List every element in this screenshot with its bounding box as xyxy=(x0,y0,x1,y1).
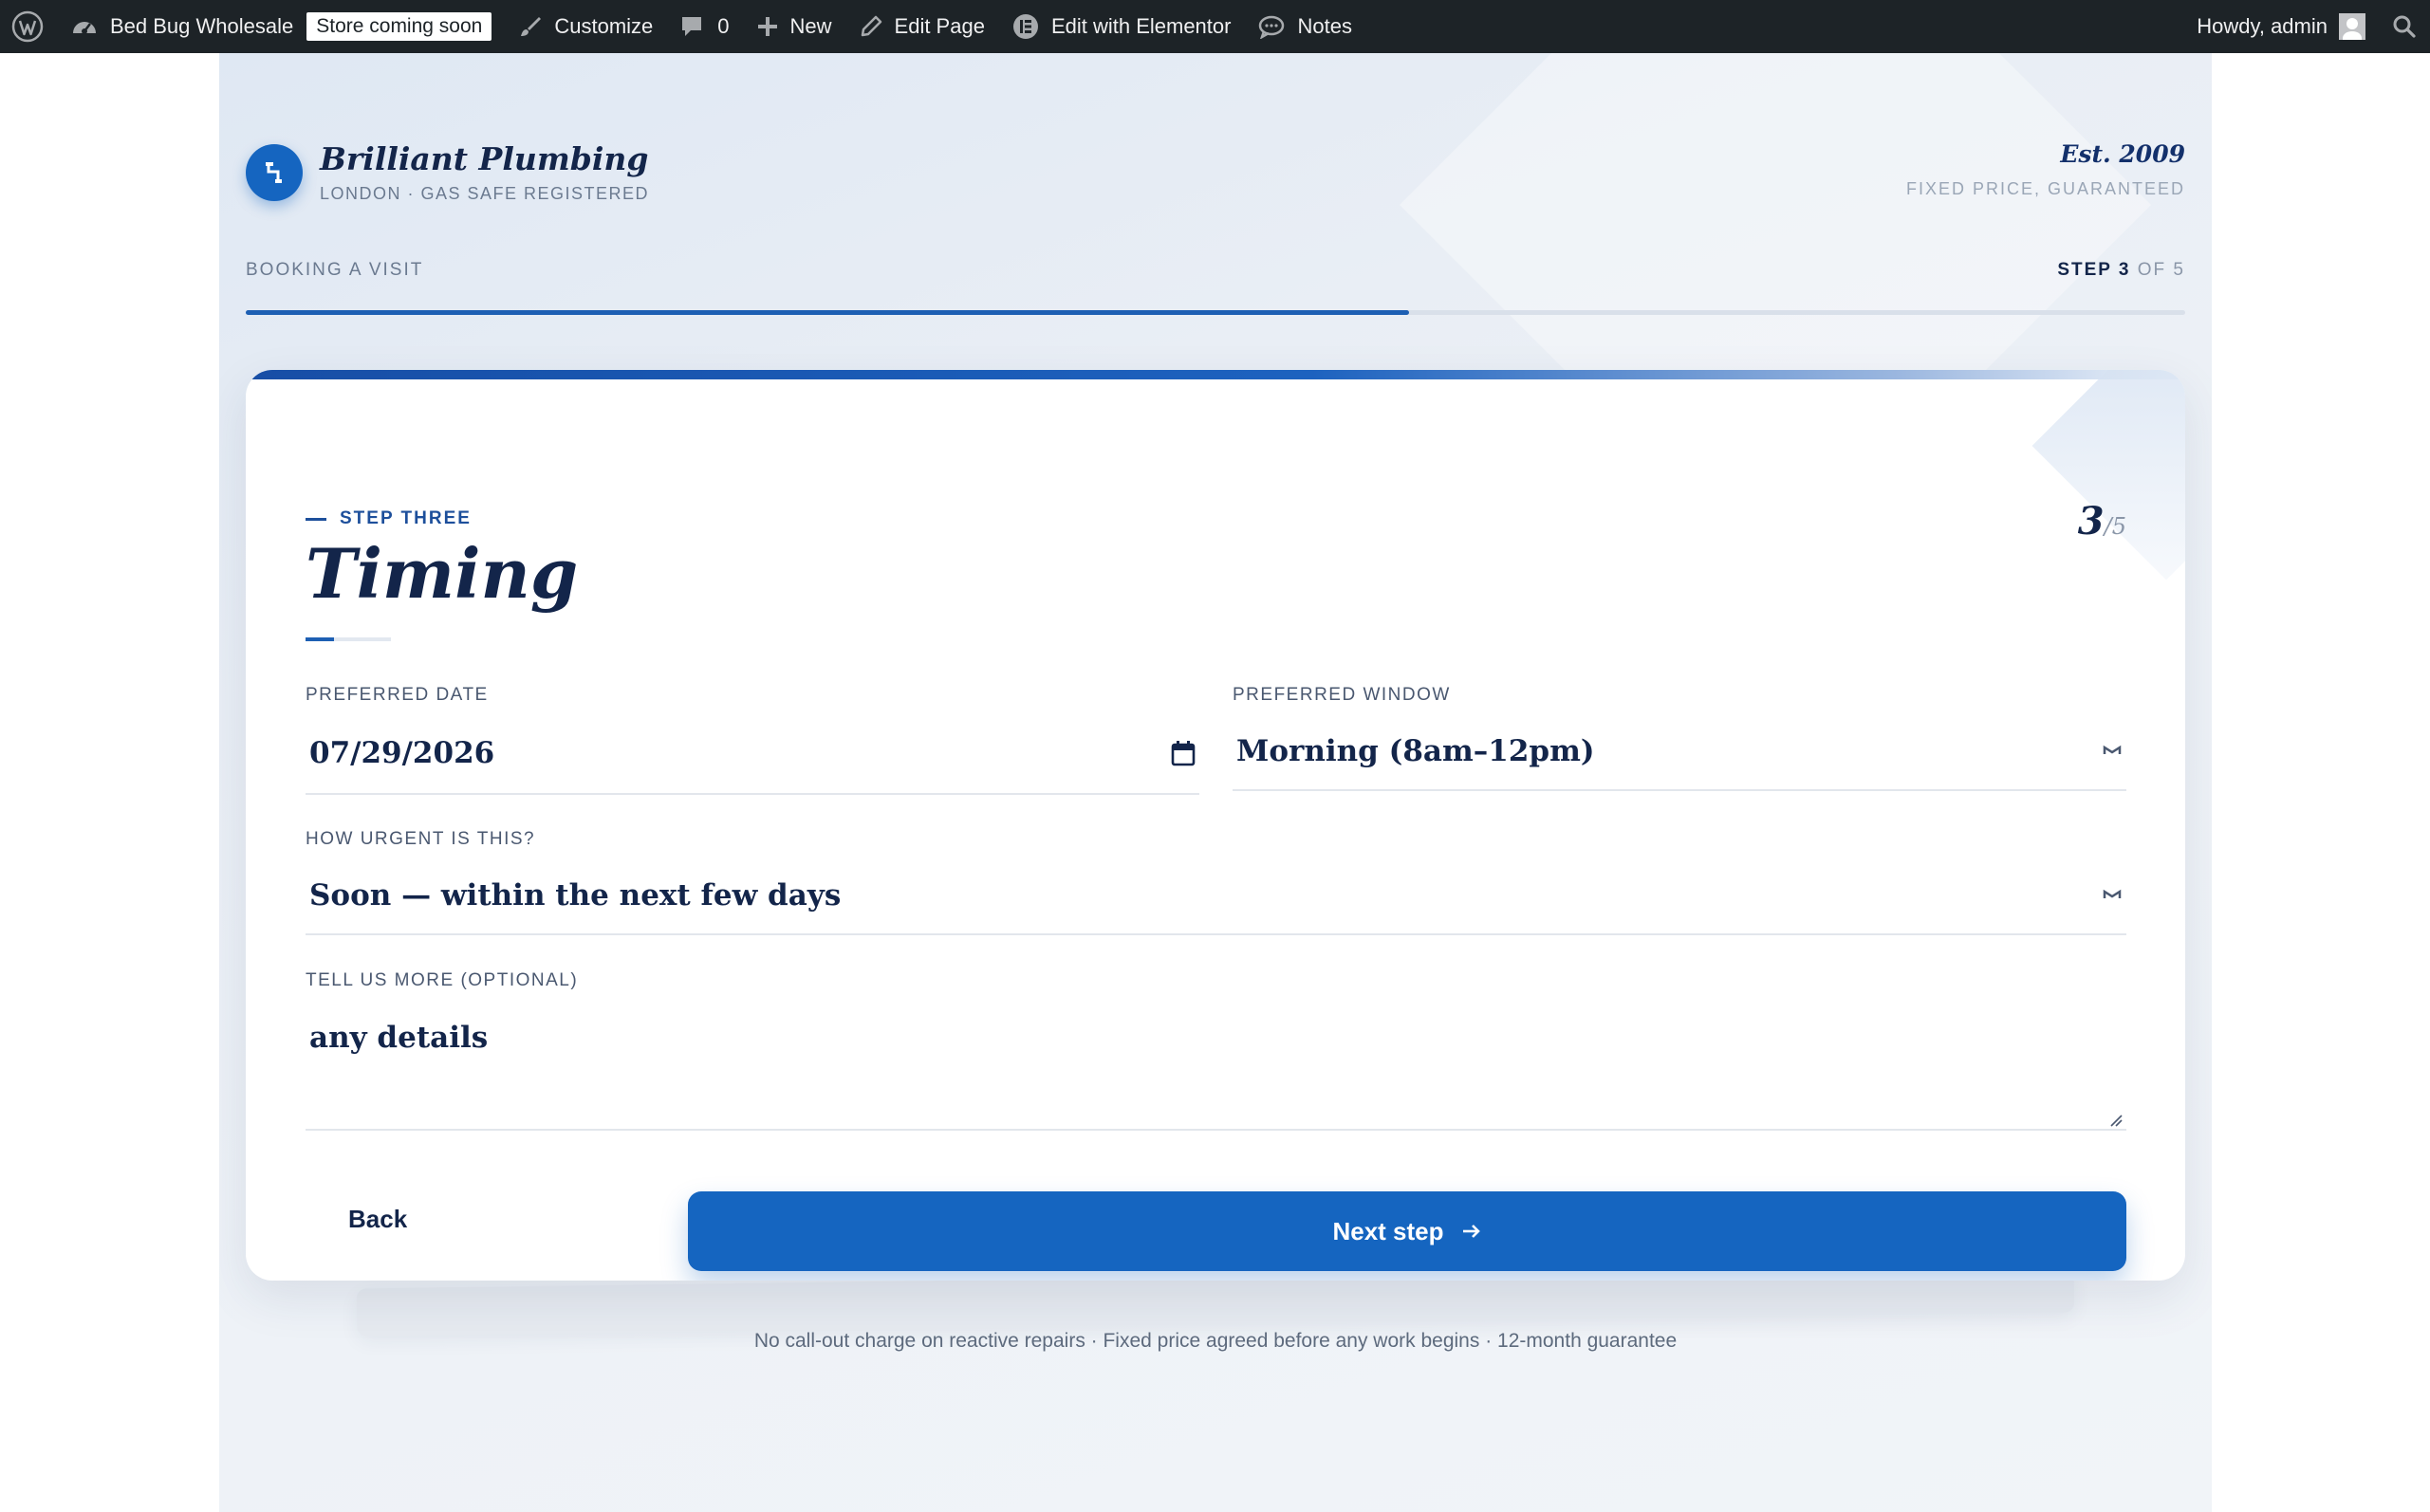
notes-label: Notes xyxy=(1297,14,1352,38)
resize-handle-icon[interactable] xyxy=(2109,1114,2123,1127)
urgency-label: HOW URGENT IS THIS? xyxy=(306,829,536,849)
new-label: New xyxy=(789,14,832,38)
chevron-down-icon xyxy=(2103,745,2122,754)
booking-section-label: BOOKING A VISIT xyxy=(246,260,424,280)
step-number: 3 xyxy=(2077,499,2105,544)
admin-search[interactable] xyxy=(2379,0,2430,53)
details-label: TELL US MORE (OPTIONAL) xyxy=(306,970,579,990)
dashboard-icon xyxy=(73,22,96,34)
comments-count: 0 xyxy=(717,14,730,38)
calendar-icon[interactable] xyxy=(1171,740,1196,766)
details-value: any details xyxy=(309,1021,489,1055)
title-underline xyxy=(306,637,391,641)
established-year: Est. 2009 xyxy=(2060,140,2185,168)
howdy-label: Howdy, admin xyxy=(2197,14,2328,38)
step-card: STEP THREE Timing 3/5 PREFERRED DATE 07/… xyxy=(246,370,2185,1281)
brand-tagline: FIXED PRICE, GUARANTEED xyxy=(1905,179,2185,198)
step-counter: STEP 3 OF 5 xyxy=(2057,260,2185,281)
step-total-fraction: /5 xyxy=(2104,513,2126,540)
urgency-value: Soon — within the next few days xyxy=(309,878,842,913)
progress-fill xyxy=(246,310,1410,315)
site-name: Bed Bug Wholesale xyxy=(110,14,294,38)
store-status-badge-item[interactable]: Store coming soon xyxy=(306,0,505,53)
paintbrush-icon xyxy=(521,17,542,36)
eyebrow-dash xyxy=(306,517,326,521)
urgency-select[interactable]: Soon — within the next few days xyxy=(306,857,2126,935)
booking-page: Brilliant Plumbing LONDON · GAS SAFE REG… xyxy=(219,53,2212,1512)
preferred-window-select[interactable]: Morning (8am–12pm) xyxy=(1233,713,2126,791)
customize-label: Customize xyxy=(554,14,654,38)
next-step-label: Next step xyxy=(1332,1216,1444,1245)
comment-icon xyxy=(682,17,702,36)
edit-elementor-menu[interactable]: Edit with Elementor xyxy=(998,0,1245,53)
preferred-date-input[interactable]: 07/29/2026 xyxy=(306,713,1199,795)
arrow-right-icon xyxy=(1462,1225,1480,1238)
comments-menu[interactable]: 0 xyxy=(666,0,742,53)
established-block: Est. 2009 FIXED PRICE, GUARANTEED xyxy=(1906,140,2185,199)
next-step-button[interactable]: Next step xyxy=(688,1191,2126,1271)
step-total: OF 5 xyxy=(2137,260,2185,280)
elementor-icon xyxy=(1012,14,1038,39)
step-eyebrow-text: STEP THREE xyxy=(340,508,472,528)
brand-header: Brilliant Plumbing LONDON · GAS SAFE REG… xyxy=(246,140,649,204)
preferred-window-value: Morning (8am–12pm) xyxy=(1236,734,1595,768)
speech-bubble-icon xyxy=(1259,15,1285,39)
site-name-menu[interactable]: Bed Bug Wholesale xyxy=(57,0,306,53)
preferred-date-label: PREFERRED DATE xyxy=(306,685,489,705)
back-button[interactable]: Back xyxy=(348,1205,407,1234)
wp-admin-bar: Bed Bug Wholesale Store coming soon Cust… xyxy=(0,0,2430,53)
store-status-badge: Store coming soon xyxy=(306,12,492,41)
preferred-date-value: 07/29/2026 xyxy=(309,736,495,770)
preferred-window-label: PREFERRED WINDOW xyxy=(1233,685,1451,705)
footer-guarantee-note: No call-out charge on reactive repairs ·… xyxy=(753,1330,1678,1352)
my-account-menu[interactable]: Howdy, admin xyxy=(2183,0,2379,53)
step-word: STEP xyxy=(2057,260,2112,280)
edit-page-label: Edit Page xyxy=(894,14,985,38)
edit-elementor-label: Edit with Elementor xyxy=(1050,14,1232,38)
brand-subtitle: LONDON · GAS SAFE REGISTERED xyxy=(320,184,650,203)
wordpress-logo-icon[interactable] xyxy=(0,0,57,53)
step-eyebrow: STEP THREE xyxy=(306,508,472,529)
search-icon xyxy=(2393,15,2416,38)
notes-menu[interactable]: Notes xyxy=(1244,0,1364,53)
progress-bar xyxy=(246,310,2185,315)
pipe-icon xyxy=(266,161,282,183)
step-number-badge: 3/5 xyxy=(2078,499,2126,544)
pencil-icon xyxy=(861,15,881,37)
edit-page-menu[interactable]: Edit Page xyxy=(845,0,998,53)
card-accent-bar xyxy=(246,370,2185,379)
brand-logo[interactable] xyxy=(246,143,303,201)
current-step: 3 xyxy=(2118,260,2131,280)
plus-icon xyxy=(757,17,777,36)
step-title: Timing xyxy=(306,533,579,614)
card-corner-decoration xyxy=(2031,370,2185,581)
brand-name: Brilliant Plumbing xyxy=(320,140,649,177)
avatar xyxy=(2339,13,2365,40)
details-textarea[interactable]: any details xyxy=(306,1000,2126,1131)
chevron-down-icon xyxy=(2103,889,2122,898)
customize-menu[interactable]: Customize xyxy=(505,0,666,53)
new-content-menu[interactable]: New xyxy=(743,0,845,53)
